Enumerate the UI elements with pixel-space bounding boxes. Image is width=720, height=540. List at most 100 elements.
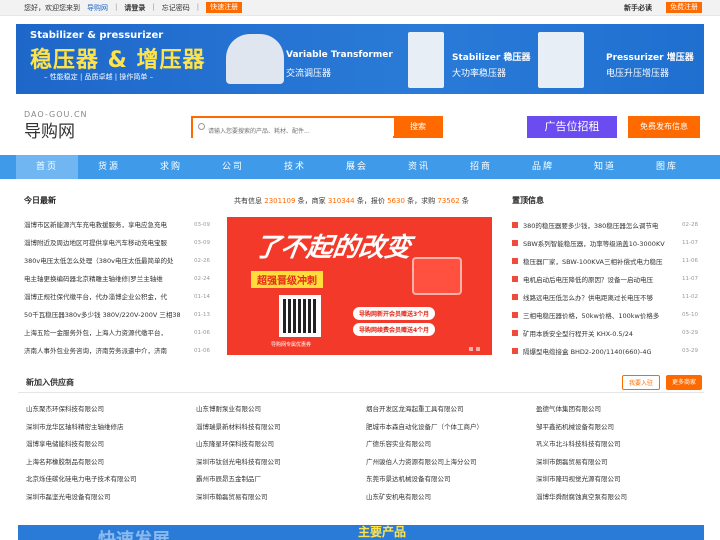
bullet-icon [512, 276, 518, 282]
bullet-icon [512, 240, 518, 246]
news-item[interactable]: 电主轴更换编码器北京精雕主轴维修|罗兰主轴维 02-24 [24, 270, 210, 288]
ad-banner[interactable]: Stabilizer & pressurizer 稳压器 & 增压器 – 性能稳… [16, 24, 704, 94]
supplier-link[interactable]: 山东隆星环保科技有限公司 [196, 436, 366, 454]
news-text[interactable]: 淄博正规社保代缴平台，代办淄博企业公积金，代 [24, 288, 180, 306]
top-text[interactable]: 电机启动后电压降低的原因？设备一启动电压 [523, 274, 678, 284]
supplier-link[interactable]: 广州骏伯人力资源有限公司上海分公司 [366, 454, 536, 472]
logo-cn: 导购网 [24, 122, 75, 142]
top-text[interactable]: 线路远电压低怎么办？供电距离过长电压不够 [523, 292, 678, 302]
news-text[interactable]: 电主轴更换编码器北京精雕主轴维修|罗兰主轴维 [24, 270, 180, 288]
supplier-link[interactable]: 山东博耐泵业有限公司 [196, 401, 366, 419]
top-item[interactable]: 电机启动后电压降低的原因？设备一启动电压 11-07 [512, 270, 698, 288]
supplier-link[interactable]: 邹平鑫拓机械设备有限公司 [536, 419, 706, 437]
product-2-en: Stabilizer 稳压器 [452, 53, 531, 63]
supplier-link[interactable]: 盈德气体集团有限公司 [536, 401, 706, 419]
supplier-link[interactable]: 山东矿安机电有限公司 [366, 489, 536, 507]
quick-register-button[interactable]: 快速注册 [206, 2, 243, 13]
join-button[interactable]: 我要入驻 [621, 375, 660, 390]
supplier-link[interactable]: 淄博瑞景新材料科技有限公司 [196, 419, 366, 437]
login-link[interactable]: 请登录 [124, 3, 145, 13]
supplier-link[interactable]: 深圳市朗磊贸易有限公司 [536, 454, 706, 472]
newbie-guide-link[interactable]: 新手必读 [624, 3, 652, 13]
product-2-cn: 大功率稳压器 [452, 69, 507, 79]
supplier-link[interactable]: 东莞市景达机械设备有限公司 [366, 471, 536, 489]
bullet-icon [512, 312, 518, 318]
supplier-link[interactable]: 深圳市隆玛视觉光源有限公司 [536, 471, 706, 489]
top-item[interactable]: 矿用本质安全型行程开关 KHX-0.5/24 03-29 [512, 324, 698, 342]
news-item[interactable]: 淄博附近及周边地区可提供享电汽车移动充电宝服 03-09 [24, 234, 210, 252]
news-text[interactable]: 50千瓦稳压器380v多少钱 380V/220V-200V 三相380 [24, 306, 180, 324]
supplier-link[interactable]: 广德乐容实业有限公司 [366, 436, 536, 454]
search-box: 搜索 [191, 116, 443, 141]
nav-brand[interactable]: 品牌 [512, 155, 574, 179]
supplier-link[interactable]: 深圳市翰磊贸易有限公司 [196, 489, 366, 507]
top-item[interactable]: SBW系列智能稳压器，功率等级涵盖10-3000KV 11-07 [512, 234, 698, 252]
supplier-link[interactable]: 淄博华舜耐腐蚀真空泵有限公司 [536, 489, 706, 507]
news-date: 03-09 [194, 222, 210, 228]
top-item[interactable]: 三相电稳压器价格，50kw价格、100kw价格多 05-10 [512, 306, 698, 324]
bottom-banner[interactable]: 快速发展 主要产品 [18, 525, 704, 540]
supplier-link[interactable]: 深圳市磊坚光电设备有限公司 [26, 489, 196, 507]
supplier-link[interactable]: 淄博享电储能科技有限公司 [26, 436, 196, 454]
top-item[interactable]: 稳压器厂家，SBW-100KVA三相补偿式电力稳压 11-06 [512, 252, 698, 270]
supplier-link[interactable]: 山东聚杰环保科技有限公司 [26, 401, 196, 419]
supplier-link[interactable]: 深圳市钛创光电科技有限公司 [196, 454, 366, 472]
free-register-button[interactable]: 免费注册 [666, 2, 702, 13]
top-text[interactable]: 380的稳压器要多少钱，380稳压器怎么调节电 [523, 220, 678, 230]
nav-home[interactable]: 首页 [16, 155, 78, 179]
forgot-password-link[interactable]: 忘记密码 [162, 3, 190, 13]
supplier-link[interactable]: 上海名邦橡胶制品有限公司 [26, 454, 196, 472]
carousel-dot[interactable] [469, 347, 473, 351]
news-item[interactable]: 50千瓦稳压器380v多少钱 380V/220V-200V 三相380 01-13 [24, 306, 210, 324]
news-text[interactable]: 上海五险一金服务外包，上海人力资源代缴平台， [24, 324, 180, 342]
search-button[interactable]: 搜索 [394, 116, 442, 138]
nav-news[interactable]: 资讯 [388, 155, 450, 179]
supplier-link[interactable]: 北京烁佳碳化硅电力电子技术有限公司 [26, 471, 196, 489]
top-item[interactable]: 隔爆型电缆接盒 BHD2-200/1140(660)-4G 03-29 [512, 342, 698, 360]
site-logo[interactable]: DAO-GOU.CN 导购网 [24, 110, 88, 142]
news-text[interactable]: 济南人事外包业务咨询，济南劳务派遣中介，济南 [24, 342, 180, 360]
nav-tech[interactable]: 技术 [264, 155, 326, 179]
nav-supply[interactable]: 货源 [78, 155, 140, 179]
news-text[interactable]: 淄博市区新能源汽车充电救援服务，享电应急充电 [24, 216, 180, 234]
nav-company[interactable]: 公司 [202, 155, 264, 179]
top-bar: 您好，欢迎您来到 导购网 | 请登录 | 忘记密码 | 快速注册 新手必读 免费… [0, 0, 720, 16]
nav-invest[interactable]: 招商 [450, 155, 512, 179]
supplier-link[interactable]: 肥城市本森自动化设备厂（个体工商户） [366, 419, 536, 437]
carousel-dots[interactable] [469, 347, 480, 351]
promo-pill-renew: 导购网续费会员赠送4个月 [353, 323, 436, 336]
news-item[interactable]: 上海五险一金服务外包，上海人力资源代缴平台， 01-06 [24, 324, 210, 342]
nav-buy[interactable]: 求购 [140, 155, 202, 179]
top-text[interactable]: 三相电稳压器价格，50kw价格、100kw价格多 [523, 310, 678, 320]
main-nav: 首页 货源 求购 公司 技术 展会 资讯 招商 品牌 知道 图库 [0, 155, 720, 179]
news-item[interactable]: 380v电压太低怎么处理（380v电压太低最简单的处 02-26 [24, 252, 210, 270]
supplier-link[interactable]: 霸州市辰昂五金制品厂 [196, 471, 366, 489]
top-text[interactable]: 隔爆型电缆接盒 BHD2-200/1140(660)-4G [523, 346, 678, 356]
news-item[interactable]: 淄博市区新能源汽车充电救援服务，享电应急充电 03-09 [24, 216, 210, 234]
publish-button[interactable]: 免费发布信息 [628, 116, 700, 138]
top-text[interactable]: 稳压器厂家，SBW-100KVA三相补偿式电力稳压 [523, 256, 678, 266]
news-text[interactable]: 淄博附近及周边地区可提供享电汽车移动充电宝服 [24, 234, 180, 252]
ad-rental-button[interactable]: 广告位招租 [527, 116, 617, 138]
news-date: 01-13 [194, 312, 210, 318]
search-input[interactable] [193, 122, 393, 141]
top-item[interactable]: 380的稳压器要多少钱，380稳压器怎么调节电 02-28 [512, 216, 698, 234]
promo-carousel[interactable]: 了不起的改变 超强晋级冲刺 导购网专属优惠券 导购网新开会员赠送3个月 导购网续… [227, 217, 492, 355]
supplier-link[interactable]: 巩义市北斗科技科技有限公司 [536, 436, 706, 454]
carousel-dot[interactable] [476, 347, 480, 351]
top-item[interactable]: 线路远电压低怎么办？供电距离过长电压不够 11-02 [512, 288, 698, 306]
bullet-icon [512, 330, 518, 336]
separator: | [115, 3, 118, 11]
nav-gallery[interactable]: 图库 [636, 155, 698, 179]
news-item[interactable]: 淄博正规社保代缴平台，代办淄博企业公积金，代 01-14 [24, 288, 210, 306]
news-text[interactable]: 380v电压太低怎么处理（380v电压太低最简单的处 [24, 252, 180, 270]
more-suppliers-button[interactable]: 更多商家 [665, 375, 702, 390]
nav-expo[interactable]: 展会 [326, 155, 388, 179]
site-link[interactable]: 导购网 [87, 3, 108, 13]
top-text[interactable]: SBW系列智能稳压器，功率等级涵盖10-3000KV [523, 238, 678, 248]
news-item[interactable]: 济南人事外包业务咨询，济南劳务派遣中介，济南 01-06 [24, 342, 210, 360]
nav-know[interactable]: 知道 [574, 155, 636, 179]
supplier-link[interactable]: 烟台开发区龙海起重工具有限公司 [366, 401, 536, 419]
supplier-link[interactable]: 深圳市龙华区轴科精密主轴维修店 [26, 419, 196, 437]
top-text[interactable]: 矿用本质安全型行程开关 KHX-0.5/24 [523, 328, 678, 338]
